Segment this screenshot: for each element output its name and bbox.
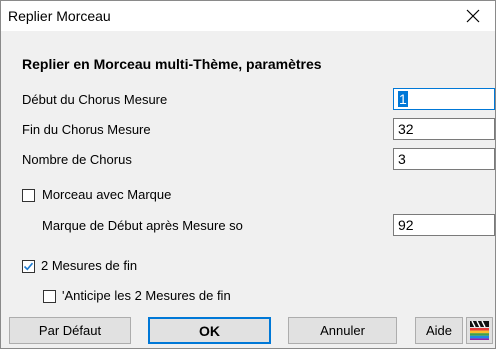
nombre-chorus-input[interactable]: 3 [393, 148, 495, 170]
deux-mesures-checkbox[interactable] [22, 260, 35, 273]
clapperboard-button[interactable] [466, 317, 493, 344]
clapperboard-icon [470, 320, 489, 340]
nombre-chorus-label: Nombre de Chorus [22, 152, 132, 167]
section-heading: Replier en Morceau multi-Thème, paramètr… [22, 56, 322, 72]
marque-debut-label: Marque de Début après Mesure so [42, 218, 243, 233]
fin-chorus-input[interactable]: 32 [393, 118, 495, 140]
marque-debut-value: 92 [398, 217, 414, 233]
debut-chorus-label: Début du Chorus Mesure [22, 92, 168, 107]
annuler-label: Annuler [320, 323, 365, 338]
fin-chorus-value: 32 [398, 121, 414, 137]
aide-label: Aide [425, 323, 453, 338]
close-button[interactable] [451, 1, 495, 31]
anticipe-checkbox[interactable] [43, 290, 56, 303]
dialog-window: Replier Morceau Replier en Morceau multi… [0, 0, 496, 349]
close-icon [466, 9, 480, 23]
ok-button[interactable]: OK [148, 317, 271, 344]
window-title: Replier Morceau [8, 8, 111, 24]
debut-chorus-input[interactable]: 1 [393, 88, 495, 110]
par-defaut-label: Par Défaut [38, 323, 102, 338]
ok-label: OK [199, 322, 220, 339]
morceau-marque-checkbox[interactable] [22, 189, 35, 202]
nombre-chorus-value: 3 [398, 151, 406, 167]
par-defaut-button[interactable]: Par Défaut [9, 317, 131, 344]
annuler-button[interactable]: Annuler [288, 317, 397, 344]
title-bar: Replier Morceau [1, 1, 495, 31]
morceau-marque-label: Morceau avec Marque [42, 187, 172, 202]
anticipe-label: 'Anticipe les 2 Mesures de fin [62, 288, 231, 303]
deux-mesures-label: 2 Mesures de fin [41, 258, 138, 273]
marque-debut-input[interactable]: 92 [393, 214, 495, 236]
fin-chorus-label: Fin du Chorus Mesure [22, 122, 151, 137]
checkmark-icon [23, 262, 34, 271]
debut-chorus-value: 1 [398, 91, 408, 107]
aide-button[interactable]: Aide [415, 317, 463, 344]
